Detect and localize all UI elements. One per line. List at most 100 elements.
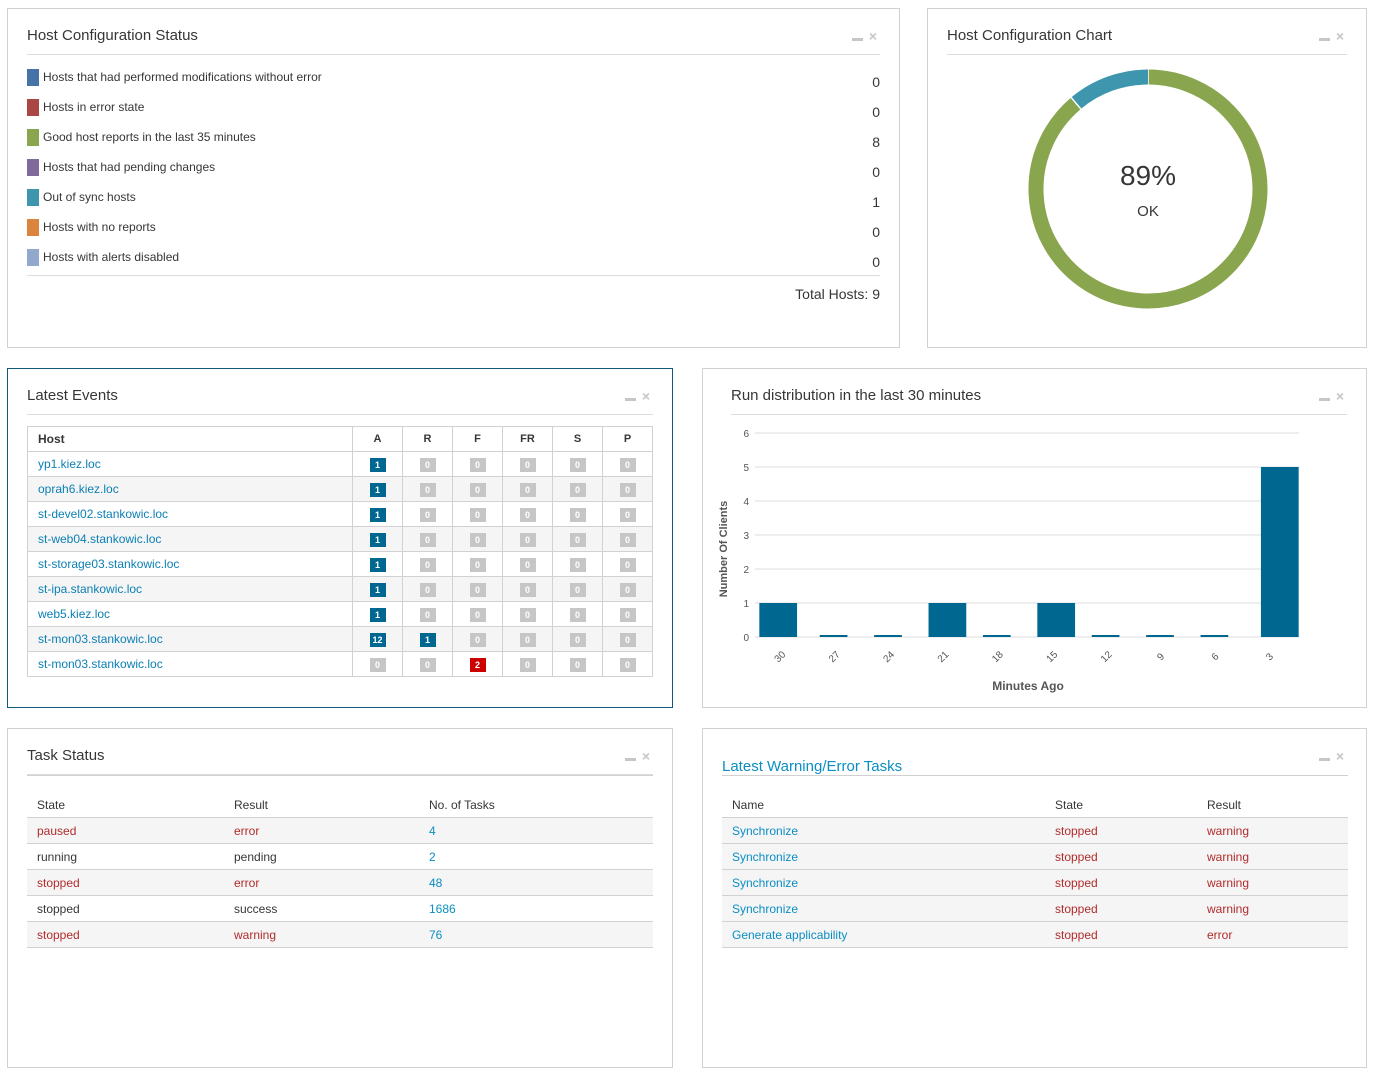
host-link[interactable]: st-mon03.stankowic.loc <box>27 651 353 677</box>
host-link[interactable]: web5.kiez.loc <box>27 601 353 627</box>
count-badge[interactable]: 1 <box>369 557 386 572</box>
column-header-p[interactable]: P <box>602 426 653 452</box>
count-badge[interactable]: 0 <box>519 532 536 547</box>
host-link[interactable]: st-web04.stankowic.loc <box>27 526 353 552</box>
count-badge[interactable]: 0 <box>469 557 486 572</box>
bar[interactable] <box>1091 635 1120 637</box>
task-name-link[interactable]: Generate applicability <box>722 921 1045 948</box>
count-badge[interactable]: 0 <box>569 582 586 597</box>
count-badge[interactable]: 1 <box>369 507 386 522</box>
column-header-host[interactable]: Host <box>27 426 353 452</box>
bar[interactable] <box>1260 467 1299 637</box>
close-icon[interactable]: × <box>642 749 650 763</box>
count-badge[interactable]: 0 <box>619 582 636 597</box>
minimize-icon[interactable] <box>624 397 636 401</box>
host-link[interactable]: oprah6.kiez.loc <box>27 476 353 502</box>
count-badge[interactable]: 0 <box>519 482 536 497</box>
status-legend-row[interactable]: Good host reports in the last 35 minutes… <box>27 127 880 150</box>
donut-slice[interactable] <box>1071 69 1149 110</box>
count-badge[interactable]: 1 <box>369 482 386 497</box>
task-count-link[interactable]: 48 <box>419 869 653 896</box>
count-badge[interactable]: 1 <box>369 607 386 622</box>
count-badge[interactable]: 0 <box>569 482 586 497</box>
minimize-icon[interactable] <box>1318 37 1330 41</box>
count-badge[interactable]: 0 <box>569 507 586 522</box>
count-badge[interactable]: 0 <box>419 582 436 597</box>
count-badge[interactable]: 0 <box>419 532 436 547</box>
count-badge[interactable]: 0 <box>519 607 536 622</box>
count-badge[interactable]: 0 <box>469 532 486 547</box>
close-icon[interactable]: × <box>1336 29 1344 43</box>
count-badge[interactable]: 0 <box>569 607 586 622</box>
count-badge[interactable]: 1 <box>419 632 436 647</box>
count-badge[interactable]: 0 <box>569 557 586 572</box>
task-count-link[interactable]: 2 <box>419 843 653 870</box>
count-badge[interactable]: 0 <box>419 607 436 622</box>
task-count-link[interactable]: 4 <box>419 817 653 844</box>
count-badge[interactable]: 0 <box>419 657 436 672</box>
count-badge[interactable]: 0 <box>619 482 636 497</box>
minimize-icon[interactable] <box>851 37 863 41</box>
bar[interactable] <box>982 635 1011 637</box>
column-header-a[interactable]: A <box>352 426 403 452</box>
task-name-link[interactable]: Synchronize <box>722 817 1045 844</box>
column-header-s[interactable]: S <box>552 426 603 452</box>
minimize-icon[interactable] <box>1318 397 1330 401</box>
count-badge[interactable]: 0 <box>469 507 486 522</box>
count-badge[interactable]: 0 <box>619 657 636 672</box>
minimize-icon[interactable] <box>1318 757 1330 761</box>
host-link[interactable]: st-ipa.stankowic.loc <box>27 576 353 602</box>
count-badge[interactable]: 0 <box>519 657 536 672</box>
bar[interactable] <box>874 635 902 637</box>
bar[interactable] <box>1200 635 1229 637</box>
bar[interactable] <box>759 603 798 637</box>
count-badge[interactable]: 0 <box>419 557 436 572</box>
count-badge[interactable]: 0 <box>569 457 586 472</box>
bar[interactable] <box>819 635 848 637</box>
column-header-r[interactable]: R <box>402 426 453 452</box>
host-link[interactable]: st-devel02.stankowic.loc <box>27 501 353 527</box>
host-link[interactable]: st-mon03.stankowic.loc <box>27 626 353 652</box>
count-badge[interactable]: 0 <box>419 482 436 497</box>
bar[interactable] <box>1037 603 1076 637</box>
close-icon[interactable]: × <box>642 389 650 403</box>
count-badge[interactable]: 0 <box>519 632 536 647</box>
count-badge[interactable]: 1 <box>369 457 386 472</box>
task-name-link[interactable]: Synchronize <box>722 843 1045 870</box>
bar[interactable] <box>1146 635 1174 637</box>
task-count-link[interactable]: 1686 <box>419 895 653 922</box>
host-link[interactable]: yp1.kiez.loc <box>27 451 353 477</box>
count-badge[interactable]: 0 <box>519 582 536 597</box>
task-count-link[interactable]: 76 <box>419 921 653 948</box>
count-badge[interactable]: 0 <box>419 457 436 472</box>
count-badge[interactable]: 0 <box>619 507 636 522</box>
count-badge[interactable]: 0 <box>619 457 636 472</box>
host-link[interactable]: st-storage03.stankowic.loc <box>27 551 353 577</box>
task-name-link[interactable]: Synchronize <box>722 869 1045 896</box>
count-badge[interactable]: 0 <box>519 557 536 572</box>
column-header-f[interactable]: F <box>452 426 503 452</box>
count-badge[interactable]: 0 <box>419 507 436 522</box>
bar[interactable] <box>928 603 967 637</box>
count-badge[interactable]: 0 <box>569 532 586 547</box>
count-badge[interactable]: 0 <box>469 582 486 597</box>
task-name-link[interactable]: Synchronize <box>722 895 1045 922</box>
count-badge[interactable]: 12 <box>369 632 386 647</box>
count-badge[interactable]: 1 <box>369 532 386 547</box>
panel-title-link[interactable]: Latest Warning/Error Tasks <box>722 758 902 775</box>
count-badge[interactable]: 0 <box>619 532 636 547</box>
count-badge[interactable]: 0 <box>469 457 486 472</box>
column-header-fr[interactable]: FR <box>502 426 553 452</box>
status-legend-row[interactable]: Out of sync hosts 1 <box>27 187 880 210</box>
close-icon[interactable]: × <box>1336 749 1344 763</box>
count-badge[interactable]: 0 <box>369 657 386 672</box>
count-badge[interactable]: 0 <box>619 607 636 622</box>
status-legend-row[interactable]: Hosts with alerts disabled 0 <box>27 247 880 270</box>
count-badge[interactable]: 0 <box>519 457 536 472</box>
status-legend-row[interactable]: Hosts with no reports 0 <box>27 217 880 240</box>
close-icon[interactable]: × <box>869 29 877 43</box>
count-badge[interactable]: 0 <box>569 657 586 672</box>
status-legend-row[interactable]: Hosts in error state 0 <box>27 97 880 120</box>
close-icon[interactable]: × <box>1336 389 1344 403</box>
count-badge[interactable]: 1 <box>369 582 386 597</box>
